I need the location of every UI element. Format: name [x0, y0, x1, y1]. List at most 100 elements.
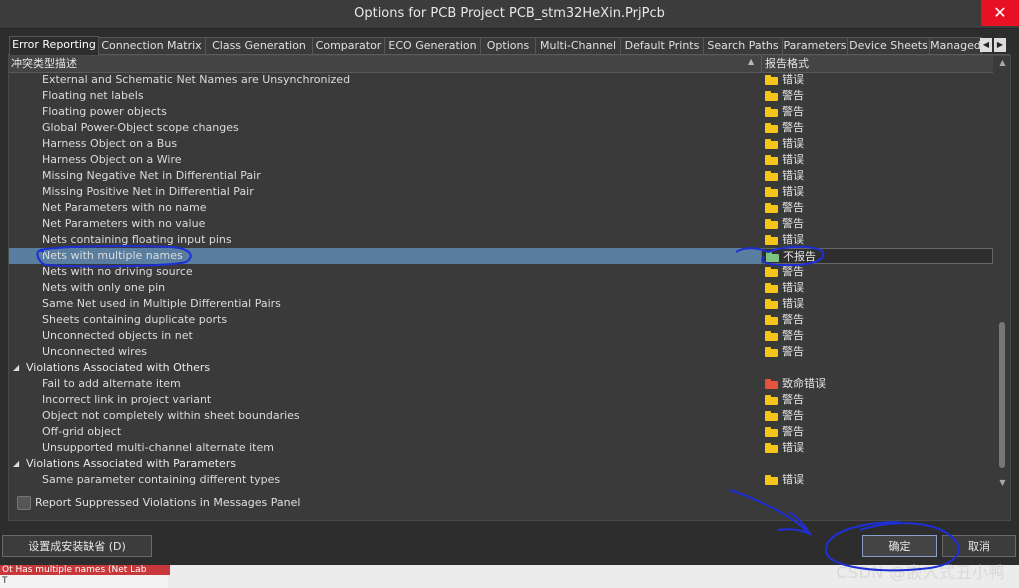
tab-scroll-right-icon[interactable]: ▶: [994, 38, 1006, 52]
report-mode-label: 警告: [782, 89, 804, 102]
sort-up-icon: ▲: [748, 57, 755, 66]
description-cell: Incorrect link in project variant: [9, 392, 761, 408]
report-mode-dropdown[interactable]: 警告: [761, 312, 993, 328]
tab-search-paths[interactable]: Search Paths: [703, 37, 783, 54]
report-mode-dropdown[interactable]: 错误: [761, 296, 993, 312]
report-mode-dropdown[interactable]: 错误: [761, 232, 993, 248]
report-mode-dropdown[interactable]: 警告: [761, 88, 993, 104]
tab-default-prints[interactable]: Default Prints: [620, 37, 704, 54]
scroll-down-icon[interactable]: ▼: [996, 476, 1009, 490]
scroll-up-icon[interactable]: ▲: [996, 56, 1009, 70]
tab-connection-matrix[interactable]: Connection Matrix: [97, 37, 206, 54]
violation-label: Off-grid object: [42, 425, 122, 438]
tab-eco-generation[interactable]: ECO Generation: [384, 37, 481, 54]
report-mode-label: 错误: [782, 473, 804, 486]
violation-label: Net Parameters with no name: [42, 201, 207, 214]
report-mode-dropdown[interactable]: 错误: [761, 472, 993, 488]
violation-row[interactable]: Incorrect link in project variant 警告: [9, 392, 995, 408]
description-cell: Unconnected wires: [9, 344, 761, 360]
report-mode-dropdown[interactable]: 错误: [761, 168, 993, 184]
violation-row[interactable]: Fail to add alternate item 致命错误: [9, 376, 995, 392]
description-cell: Nets with only one pin: [9, 280, 761, 296]
violation-label: Unconnected objects in net: [42, 329, 193, 342]
vertical-scrollbar[interactable]: ▲ ▼: [996, 56, 1009, 490]
report-mode-dropdown[interactable]: 警告: [761, 328, 993, 344]
description-cell: Nets with no driving source: [9, 264, 761, 280]
tab-class-generation[interactable]: Class Generation: [205, 37, 313, 54]
description-cell: Nets containing floating input pins: [9, 232, 761, 248]
report-mode-dropdown[interactable]: 警告: [761, 216, 993, 232]
folder-icon: [765, 411, 778, 421]
violation-row[interactable]: Floating power objects 警告: [9, 104, 995, 120]
column-header-description[interactable]: 冲突类型描述: [11, 57, 77, 71]
report-mode-dropdown[interactable]: 错误: [761, 72, 993, 88]
violation-row[interactable]: Unconnected objects in net 警告: [9, 328, 995, 344]
report-mode-dropdown[interactable]: 错误: [761, 440, 993, 456]
violation-row[interactable]: Unconnected wires 警告: [9, 344, 995, 360]
violation-row[interactable]: Sheets containing duplicate ports 警告: [9, 312, 995, 328]
tab-scroll-left-icon[interactable]: ◀: [980, 38, 992, 52]
violation-row[interactable]: Same parameter containing different type…: [9, 472, 995, 488]
report-suppressed-checkbox[interactable]: [17, 496, 31, 510]
violation-row[interactable]: Nets with multiple names 不报告: [9, 248, 995, 264]
tab-multi-channel[interactable]: Multi-Channel: [535, 37, 621, 54]
violation-row[interactable]: Off-grid object 警告: [9, 424, 995, 440]
group-row[interactable]: ◢ Violations Associated with Others: [9, 360, 995, 376]
folder-icon: [765, 187, 778, 197]
folder-icon: [765, 347, 778, 357]
collapse-triangle-icon[interactable]: ◢: [13, 363, 19, 372]
violation-row[interactable]: Net Parameters with no name 警告: [9, 200, 995, 216]
tab-managed[interactable]: Managed: [929, 37, 982, 54]
violation-row[interactable]: Net Parameters with no value 警告: [9, 216, 995, 232]
column-header-report[interactable]: 报告格式: [765, 57, 809, 71]
violation-row[interactable]: Unsupported multi-channel alternate item…: [9, 440, 995, 456]
violation-row[interactable]: Same Net used in Multiple Differential P…: [9, 296, 995, 312]
tab-options[interactable]: Options: [480, 37, 536, 54]
violation-row[interactable]: Nets containing floating input pins 错误: [9, 232, 995, 248]
report-mode-dropdown[interactable]: 错误: [761, 184, 993, 200]
tab-comparator[interactable]: Comparator: [312, 37, 385, 54]
folder-icon: [765, 299, 778, 309]
scrollbar-thumb[interactable]: [999, 322, 1005, 468]
group-row[interactable]: ◢ Violations Associated with Parameters: [9, 456, 995, 472]
tab-parameters[interactable]: Parameters: [782, 37, 848, 54]
report-mode-dropdown[interactable]: 致命错误: [761, 376, 993, 392]
violation-row[interactable]: Object not completely within sheet bound…: [9, 408, 995, 424]
violation-row[interactable]: Floating net labels 警告: [9, 88, 995, 104]
report-mode-dropdown[interactable]: 错误: [761, 152, 993, 168]
report-mode-dropdown[interactable]: 警告: [761, 424, 993, 440]
violation-row[interactable]: Missing Positive Net in Differential Pai…: [9, 184, 995, 200]
description-cell: Same Net used in Multiple Differential P…: [9, 296, 761, 312]
violation-label: Incorrect link in project variant: [42, 393, 212, 406]
violation-label: Same parameter containing different type…: [42, 473, 281, 486]
report-mode-dropdown[interactable]: 警告: [761, 344, 993, 360]
tab-error-reporting[interactable]: Error Reporting: [9, 36, 99, 55]
report-mode-dropdown[interactable]: 警告: [761, 120, 993, 136]
violation-row[interactable]: External and Schematic Net Names are Uns…: [9, 72, 995, 88]
report-mode-dropdown[interactable]: 警告: [761, 264, 993, 280]
folder-icon: [765, 235, 778, 245]
cancel-button[interactable]: 取消: [942, 535, 1016, 557]
ok-button[interactable]: 确定: [862, 535, 937, 557]
set-defaults-button[interactable]: 设置成安装缺省 (D): [2, 535, 152, 557]
column-separator[interactable]: [761, 56, 762, 72]
collapse-triangle-icon[interactable]: ◢: [13, 459, 19, 468]
folder-icon: [765, 91, 778, 101]
violation-row[interactable]: Nets with only one pin 错误: [9, 280, 995, 296]
report-mode-dropdown[interactable]: 警告: [761, 408, 993, 424]
violation-label: Object not completely within sheet bound…: [42, 409, 300, 422]
violation-row[interactable]: Harness Object on a Wire 错误: [9, 152, 995, 168]
report-mode-dropdown[interactable]: 错误: [761, 136, 993, 152]
violation-row[interactable]: Global Power-Object scope changes 警告: [9, 120, 995, 136]
violation-label: Fail to add alternate item: [42, 377, 181, 390]
tab-device-sheets[interactable]: Device Sheets: [847, 37, 930, 54]
violation-row[interactable]: Nets with no driving source 警告: [9, 264, 995, 280]
report-mode-dropdown[interactable]: 警告: [761, 392, 993, 408]
close-button[interactable]: ✕: [981, 0, 1019, 26]
violation-row[interactable]: Missing Negative Net in Differential Pai…: [9, 168, 995, 184]
report-mode-dropdown[interactable]: 警告: [761, 104, 993, 120]
violation-row[interactable]: Harness Object on a Bus 错误: [9, 136, 995, 152]
report-mode-dropdown[interactable]: 错误: [761, 280, 993, 296]
report-mode-dropdown[interactable]: 不报告: [761, 248, 993, 264]
report-mode-dropdown[interactable]: 警告: [761, 200, 993, 216]
